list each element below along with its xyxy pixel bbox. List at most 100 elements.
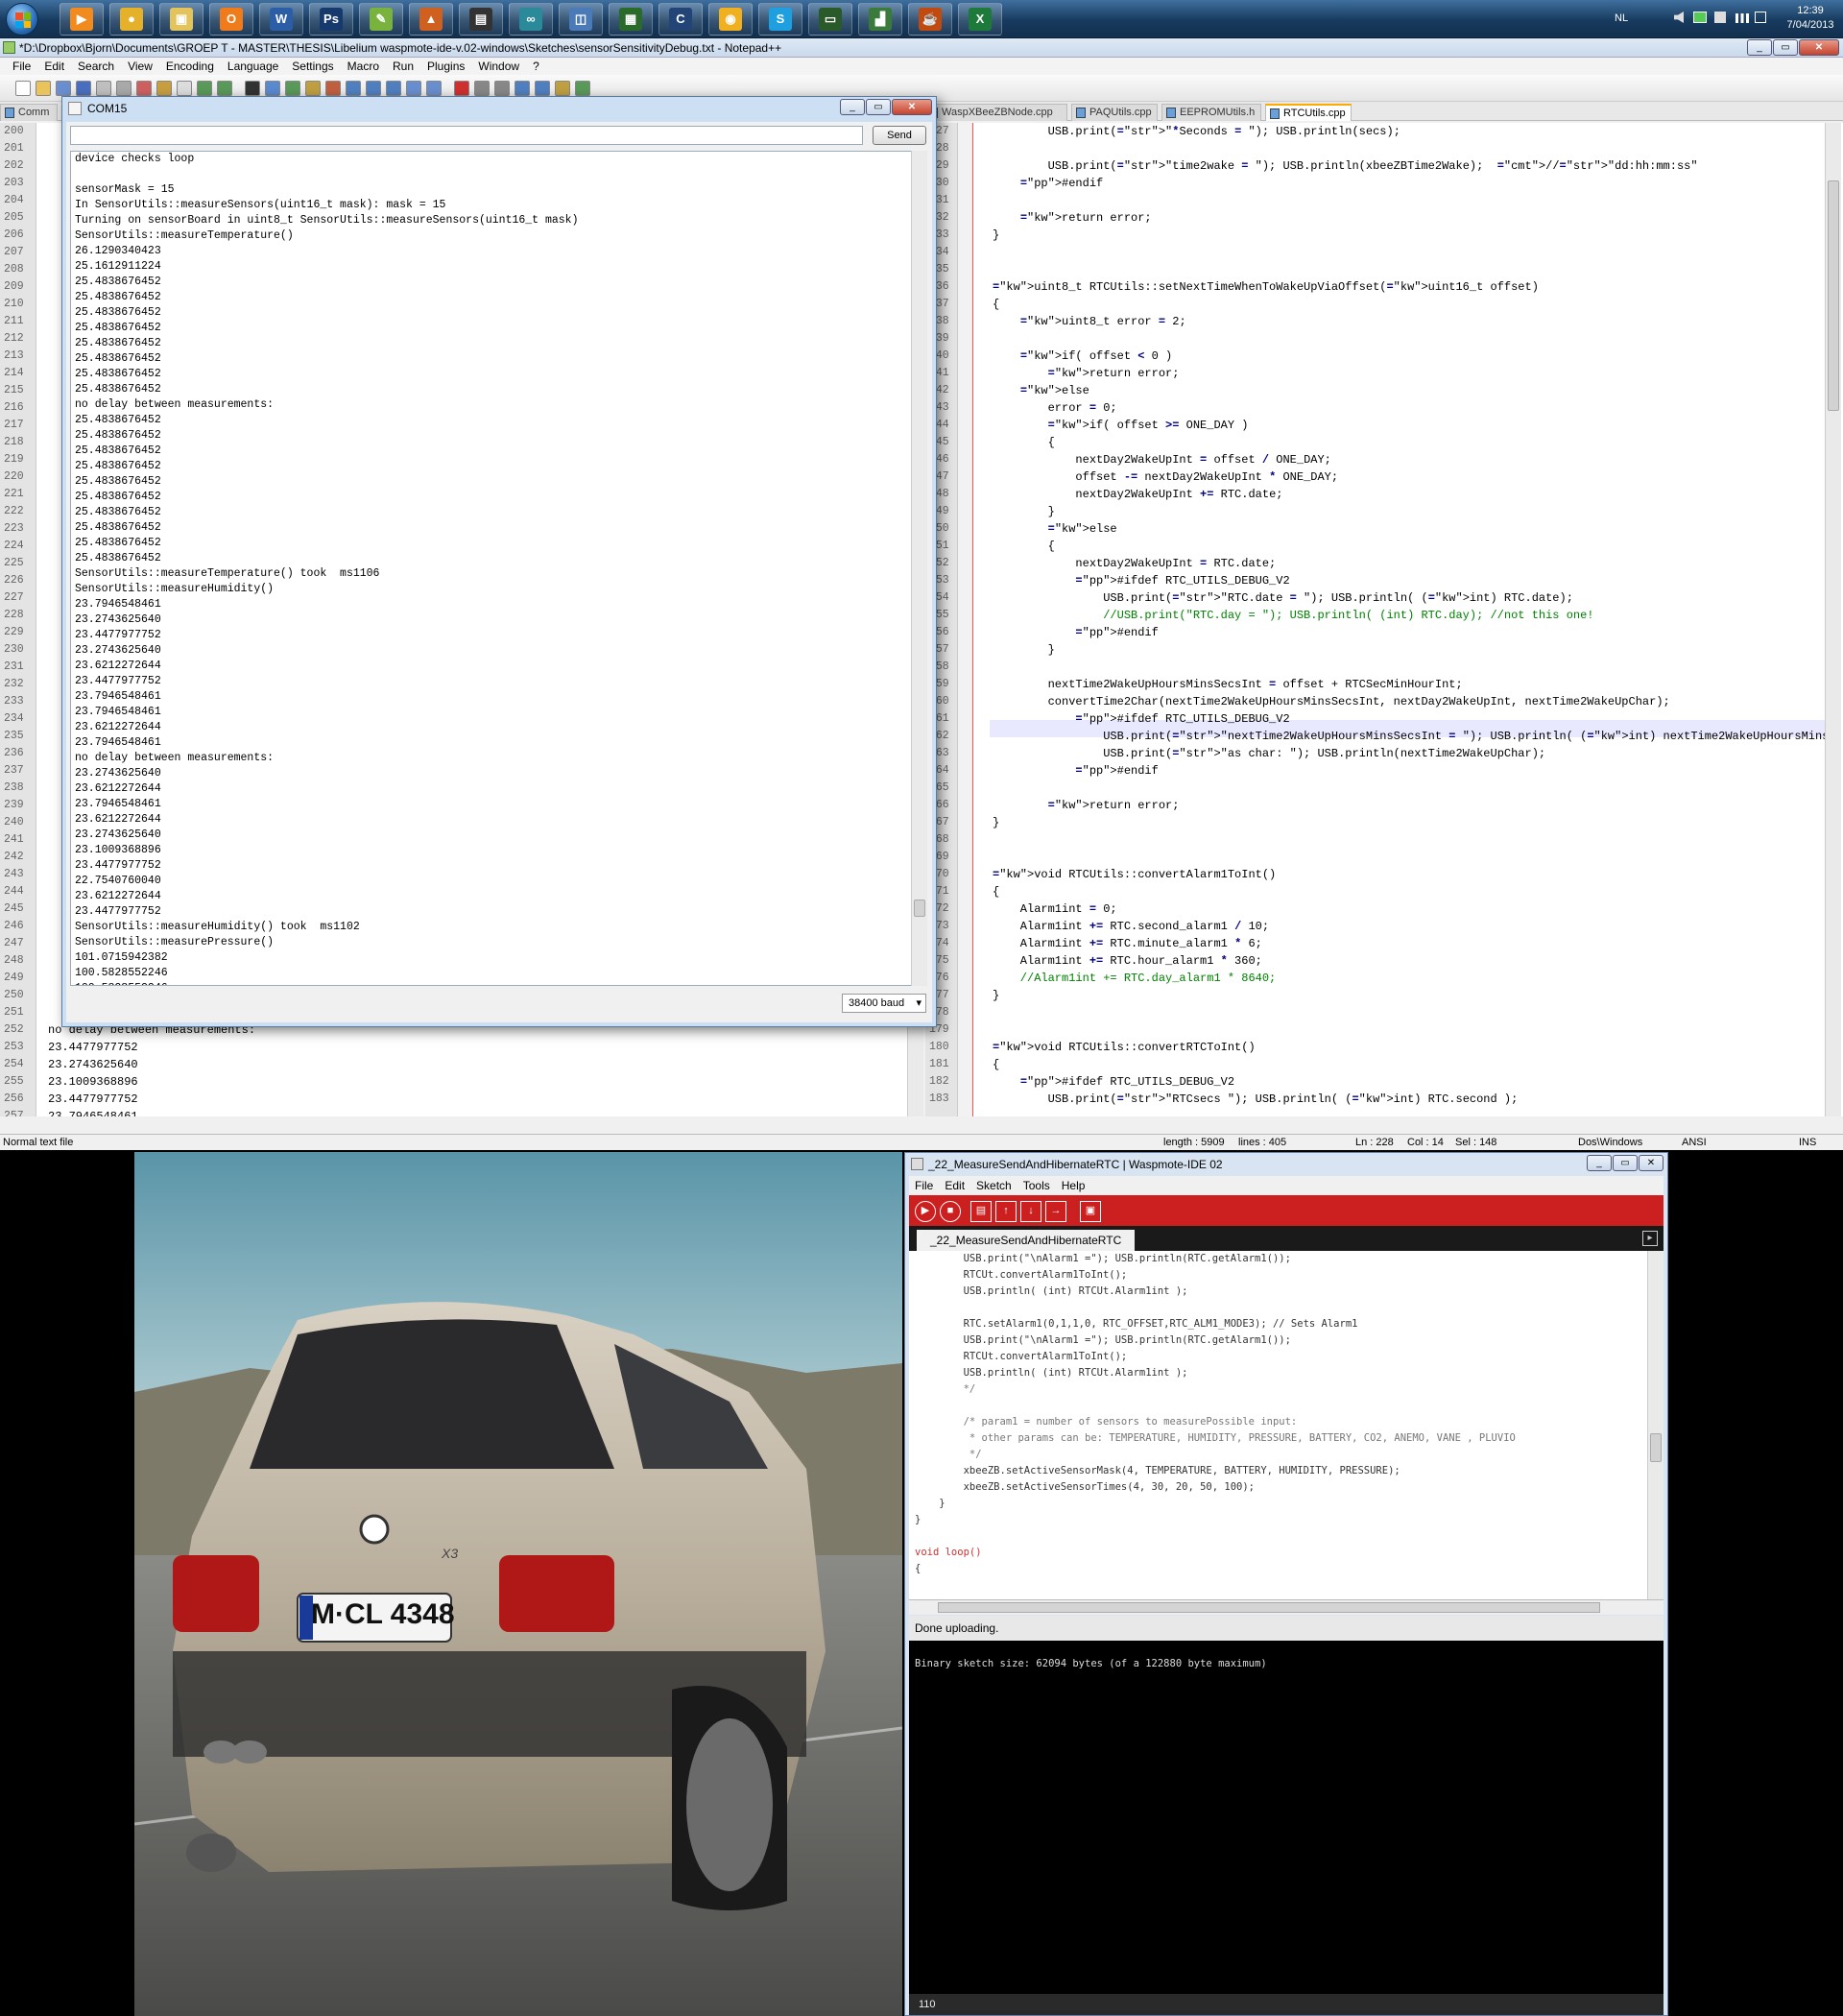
scroll-thumb[interactable] [938,1602,1600,1613]
toolbar-button-icon[interactable] [285,81,300,96]
close-button[interactable]: ✕ [892,99,932,115]
sketch-tab[interactable]: _22_MeasureSendAndHibernateRTC [917,1230,1136,1251]
toolbar-button-icon[interactable] [197,81,212,96]
serial-output[interactable]: device checks loop sensorMask = 15 In Sens… [70,151,926,986]
ide-menu-file[interactable]: File [909,1179,939,1192]
taskbar-app-arduino[interactable]: ∞ [509,3,553,36]
right-code-lines[interactable]: USB.print(="str">"*Seconds = "); USB.pri… [993,123,1829,1108]
taskbar-app-chrome[interactable]: ● [109,3,154,36]
flag-icon[interactable] [1714,12,1726,23]
taskbar-app-photoshop[interactable]: Ps [309,3,353,36]
stop-icon[interactable]: ■ [940,1201,961,1222]
signal-icon[interactable] [1735,13,1749,23]
ide-menu-sketch[interactable]: Sketch [970,1179,1017,1192]
new-sketch-icon[interactable]: ▤ [970,1201,992,1222]
toolbar-button-icon[interactable] [56,81,71,96]
taskbar-app-word[interactable]: W [259,3,303,36]
toolbar-button-icon[interactable] [515,81,530,96]
battery-icon[interactable] [1755,12,1766,23]
taskbar-app-terminal[interactable]: ▭ [808,3,852,36]
menu-item-search[interactable]: Search [71,58,121,75]
toolbar-button-icon[interactable] [535,81,550,96]
taskbar-app-ccleaner[interactable]: C [658,3,703,36]
taskbar-app-explorer[interactable]: ▣ [159,3,203,36]
toolbar-button-icon[interactable] [366,81,381,96]
right-editor-pane[interactable]: 127 128 129 130 131 132 133 134 135 136 137 138 139 1… [925,123,1843,1116]
taskbar-app-excel[interactable]: X [958,3,1002,36]
toolbar-button-icon[interactable] [426,81,442,96]
toolbar-button-icon[interactable] [575,81,590,96]
maximize-button[interactable]: ▭ [866,99,891,115]
serial-monitor-icon[interactable]: ▣ [1080,1201,1101,1222]
save-sketch-icon[interactable]: ↓ [1020,1201,1041,1222]
scroll-thumb[interactable] [914,900,925,917]
toolbar-button-icon[interactable] [474,81,490,96]
close-button[interactable]: ✕ [1799,39,1839,56]
send-button[interactable]: Send [873,126,926,145]
toolbar-button-icon[interactable] [76,81,91,96]
toolbar-button-icon[interactable] [454,81,469,96]
fold-margin[interactable] [958,123,973,1116]
clock-date[interactable]: 7/04/2013 [1780,19,1841,31]
clock-time[interactable]: 12:39 [1783,5,1837,16]
right-vertical-scrollbar[interactable] [1825,123,1841,1116]
start-button[interactable] [6,3,38,36]
toolbar-button-icon[interactable] [555,81,570,96]
menu-item-help[interactable]: ? [526,58,546,75]
toolbar-button-icon[interactable] [494,81,510,96]
taskbar-app-matlab[interactable]: ▲ [409,3,453,36]
tab-waspxbeezbnode-cpp[interactable]: WaspXBeeZBNode.cpp [923,104,1067,121]
sketch-code-editor[interactable]: USB.print("\nAlarm1 ="); USB.println(RTC… [909,1251,1663,1599]
menu-item-macro[interactable]: Macro [341,58,386,75]
toolbar-button-icon[interactable] [36,81,51,96]
menu-item-window[interactable]: Window [471,58,526,75]
menu-item-language[interactable]: Language [221,58,285,75]
minimize-button[interactable]: _ [1747,39,1772,56]
menu-item-edit[interactable]: Edit [37,58,71,75]
menu-item-file[interactable]: File [6,58,37,75]
maximize-button[interactable]: ▭ [1773,39,1798,56]
scroll-thumb[interactable] [1828,180,1839,411]
menu-item-encoding[interactable]: Encoding [159,58,221,75]
menu-item-run[interactable]: Run [386,58,420,75]
tab-rtcutils-cpp[interactable]: RTCUtils.cpp [1265,104,1352,121]
toolbar-button-icon[interactable] [245,81,260,96]
tab-menu-icon[interactable]: ▸ [1642,1231,1658,1246]
toolbar-button-icon[interactable] [156,81,172,96]
toolbar-button-icon[interactable] [305,81,321,96]
taskbar-app-outlook[interactable]: O [209,3,253,36]
ide-menu-help[interactable]: Help [1056,1179,1091,1192]
upload-icon[interactable]: → [1045,1201,1066,1222]
menu-item-view[interactable]: View [121,58,159,75]
toolbar-button-icon[interactable] [136,81,152,96]
toolbar-button-icon[interactable] [406,81,421,96]
tab-paqutils-cpp[interactable]: PAQUtils.cpp [1071,104,1158,121]
ide-menu-edit[interactable]: Edit [939,1179,970,1192]
taskbar-app-leaf-app[interactable]: ✎ [359,3,403,36]
menu-item-settings[interactable]: Settings [285,58,340,75]
verify-icon[interactable]: ▶ [915,1201,936,1222]
volume-icon[interactable] [1674,12,1684,23]
serial-scrollbar[interactable] [911,151,927,986]
ide-menu-tools[interactable]: Tools [1017,1179,1056,1192]
ide-code-scrollbar[interactable] [1647,1251,1663,1599]
scroll-thumb[interactable] [1650,1433,1662,1462]
ide-horizontal-scrollbar[interactable] [909,1599,1663,1615]
language-indicator[interactable]: NL [1615,12,1628,24]
toolbar-button-icon[interactable] [96,81,111,96]
open-sketch-icon[interactable]: ↑ [995,1201,1017,1222]
tab-eepromutils-h[interactable]: EEPROMUtils.h [1161,104,1261,121]
menu-item-plugins[interactable]: Plugins [420,58,471,75]
serial-send-input[interactable] [70,126,863,145]
minimize-button[interactable]: _ [840,99,865,115]
toolbar-button-icon[interactable] [217,81,232,96]
taskbar-app-chrome-2[interactable]: ◉ [708,3,753,36]
toolbar-button-icon[interactable] [177,81,192,96]
toolbar-button-icon[interactable] [346,81,361,96]
toolbar-button-icon[interactable] [265,81,280,96]
tab-comm[interactable]: Comm [0,104,58,121]
toolbar-button-icon[interactable] [15,81,31,96]
taskbar-app-java[interactable]: ☕ [908,3,952,36]
taskbar-app-media-player[interactable]: ▶ [60,3,104,36]
taskbar-app-chart-app[interactable]: ▟ [858,3,902,36]
